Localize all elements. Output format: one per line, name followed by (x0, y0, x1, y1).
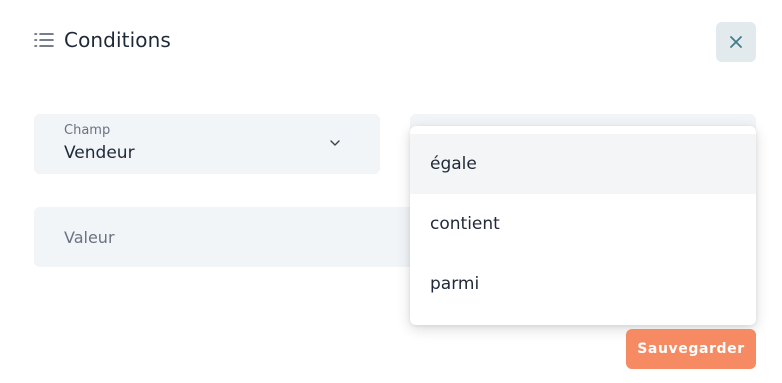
close-button[interactable] (716, 22, 756, 62)
chevron-down-icon (330, 140, 340, 146)
dialog-title: Conditions (64, 28, 171, 52)
list-icon (34, 33, 54, 47)
field-select-value: Vendeur (64, 143, 135, 163)
field-select-label: Champ (64, 123, 111, 138)
dialog-header: Conditions (34, 28, 171, 52)
dropdown-option-contient[interactable]: contient (410, 194, 756, 254)
close-icon (730, 36, 742, 48)
dropdown-option-parmi[interactable]: parmi (410, 254, 756, 314)
field-select[interactable]: Champ Vendeur (34, 114, 380, 174)
operator-dropdown-menu: égale contient parmi (410, 126, 756, 325)
dropdown-option-egale[interactable]: égale (410, 134, 756, 194)
save-button[interactable]: Sauvegarder (626, 329, 756, 369)
